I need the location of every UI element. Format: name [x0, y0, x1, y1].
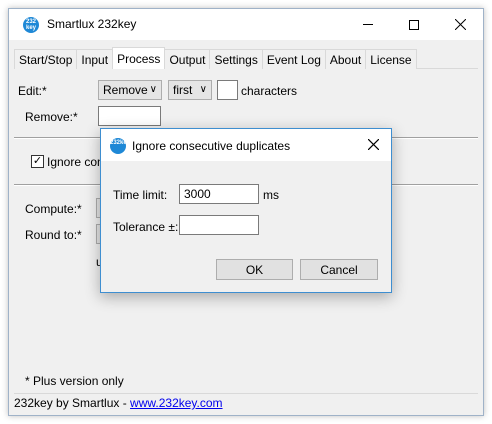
- tolerance-input[interactable]: [179, 215, 259, 235]
- dialog-title: Ignore consecutive duplicates: [132, 139, 291, 153]
- edit-position-select[interactable]: first ∨: [168, 80, 212, 100]
- maximize-icon: [409, 19, 419, 30]
- edit-count-input[interactable]: [217, 80, 238, 100]
- ok-button[interactable]: OK: [216, 259, 293, 280]
- time-limit-input[interactable]: 3000: [179, 184, 259, 204]
- minimize-icon: [363, 24, 373, 25]
- tab-process[interactable]: Process: [112, 47, 166, 69]
- app-logo-icon: 232key: [110, 138, 130, 154]
- close-button[interactable]: [437, 9, 483, 40]
- cancel-button[interactable]: Cancel: [300, 259, 378, 280]
- status-text: 232key by Smartlux -: [14, 396, 131, 410]
- tab-about[interactable]: About: [324, 49, 367, 69]
- characters-label: characters: [241, 84, 298, 98]
- remove-label: Remove:*: [25, 110, 78, 124]
- window-title: Smartlux 232key: [47, 17, 137, 31]
- time-unit-label: ms: [263, 188, 279, 202]
- edit-label: Edit:*: [18, 84, 47, 98]
- tab-strip: Start/Stop Input Process Output Settings…: [14, 47, 417, 69]
- chevron-down-icon: ∨: [149, 84, 157, 95]
- minimize-button[interactable]: [345, 9, 391, 40]
- tab-settings[interactable]: Settings: [209, 49, 263, 69]
- compute-label: Compute:*: [25, 202, 82, 216]
- ignore-duplicates-checkbox[interactable]: ✓: [31, 155, 44, 168]
- maximize-button[interactable]: [391, 9, 437, 40]
- dialog-close-button[interactable]: [363, 135, 383, 155]
- chevron-down-icon: ∨: [199, 84, 207, 95]
- round-to-label: Round to:*: [25, 228, 82, 242]
- time-limit-label: Time limit:: [113, 188, 168, 202]
- tab-output[interactable]: Output: [164, 49, 211, 69]
- tab-input[interactable]: Input: [76, 49, 114, 69]
- title-bar[interactable]: 232 key Smartlux 232key: [9, 9, 483, 40]
- edit-action-select[interactable]: Remove ∨: [98, 80, 162, 100]
- status-bar: 232key by Smartlux - www.232key.com: [14, 393, 478, 411]
- app-logo-icon: 232key: [23, 17, 39, 33]
- tab-start-stop[interactable]: Start/Stop: [14, 49, 78, 69]
- website-link[interactable]: www.232key.com: [130, 396, 222, 410]
- dialog-title-bar[interactable]: 232key Ignore consecutive duplicates: [101, 129, 391, 161]
- plus-version-note: * Plus version only: [25, 374, 124, 388]
- close-icon: [367, 138, 379, 151]
- tab-event-log[interactable]: Event Log: [261, 49, 326, 69]
- remove-input[interactable]: [98, 106, 161, 126]
- tolerance-label: Tolerance ±:: [113, 220, 179, 234]
- close-icon: [454, 19, 466, 30]
- tab-license[interactable]: License: [365, 49, 417, 69]
- ignore-duplicates-dialog: 232key Ignore consecutive duplicates Tim…: [100, 128, 392, 293]
